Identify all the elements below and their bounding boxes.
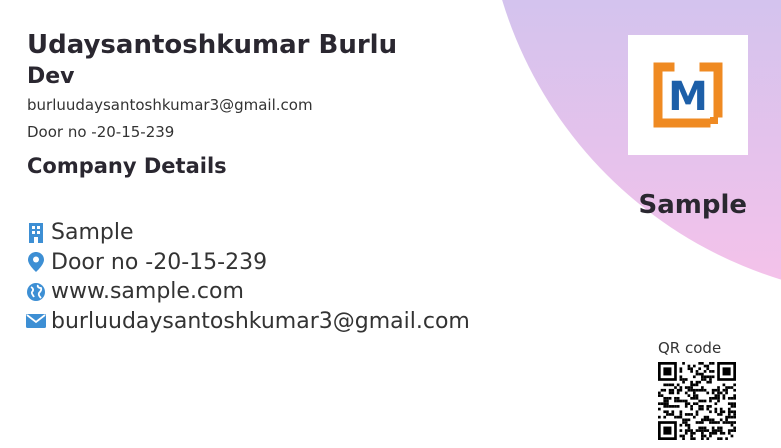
building-icon: [26, 222, 46, 243]
company-name-text: Sample: [51, 220, 134, 246]
company-address-row: Door no -20-15-239: [26, 248, 470, 278]
qr-code-image[interactable]: [658, 362, 736, 440]
company-logo: M: [628, 35, 748, 155]
company-website-row: www.sample.com: [26, 277, 470, 307]
person-name: Udaysantoshkumar Burlu: [27, 30, 398, 60]
company-email-row: burluudaysantoshkumar3@gmail.com: [26, 307, 470, 337]
globe-icon: [26, 282, 46, 302]
envelope-icon: [26, 311, 46, 331]
business-card: M Sample Udaysantoshkumar Burlu Dev burl…: [0, 0, 781, 448]
person-role: Dev: [27, 64, 75, 89]
company-name-heading: Sample: [638, 190, 747, 220]
person-address: Door no -20-15-239: [27, 123, 175, 141]
company-email-link[interactable]: burluudaysantoshkumar3@gmail.com: [51, 309, 470, 334]
company-details-list: Sample Door no -20-15-239 www.sample.com: [26, 218, 470, 336]
company-name-row: Sample: [26, 218, 470, 248]
company-address-text: Door no -20-15-239: [51, 249, 268, 275]
company-details-title: Company Details: [27, 154, 227, 178]
location-pin-icon: [26, 252, 46, 273]
person-email[interactable]: burluudaysantoshkumar3@gmail.com: [27, 96, 313, 114]
qr-code-label: QR code: [658, 339, 722, 357]
company-website-link[interactable]: www.sample.com: [51, 279, 244, 304]
svg-text:M: M: [668, 74, 708, 120]
company-logo-mark: M: [653, 62, 723, 128]
